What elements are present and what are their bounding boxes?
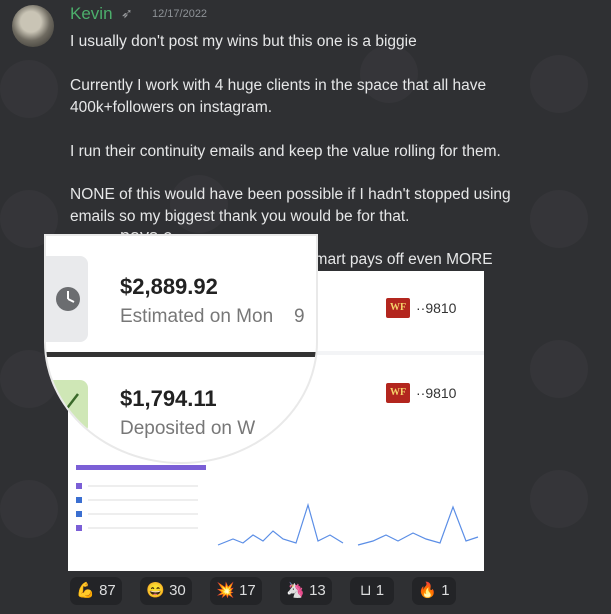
reaction-count: 30	[169, 582, 186, 599]
dashboard-graphic	[76, 465, 479, 546]
message-line: NONE of this would have been possible if…	[70, 186, 511, 203]
bank-logo: WF	[386, 298, 410, 318]
bracket-icon: ⊔	[359, 582, 372, 599]
reaction-flexed-biceps[interactable]: 💪 87	[70, 577, 122, 605]
deposited-amount: $1,794.11	[120, 386, 217, 411]
clock-icon	[46, 256, 88, 342]
deposited-label: Deposited on W	[120, 418, 256, 439]
checkmark-icon	[46, 380, 88, 434]
divider	[46, 352, 316, 357]
dashboard-preview	[68, 435, 484, 571]
grin-icon: 😄	[146, 582, 165, 599]
reaction-unicorn[interactable]: 🦄 13	[280, 577, 332, 605]
reaction-fire[interactable]: 🔥 1	[412, 577, 456, 605]
message-line: emails so my biggest thank you would be …	[70, 208, 410, 225]
message-line: 400k+followers on instagram.	[70, 99, 273, 116]
reaction-count: 1	[441, 582, 450, 599]
reaction-count: 87	[99, 582, 116, 599]
account-last4: ··9810	[416, 300, 457, 316]
account-last4: ··9810	[416, 385, 457, 401]
reaction-count: 17	[239, 582, 256, 599]
chat-message: Kevin ➶ 12/17/2022 I usually don't post …	[0, 0, 611, 614]
estimated-label: Estimated on Mon	[120, 306, 274, 327]
message-line: I usually don't post my wins but this on…	[70, 33, 417, 50]
flexed-biceps-icon: 💪	[76, 582, 95, 599]
unicorn-icon: 🦄	[286, 582, 305, 599]
fire-icon: 🔥	[418, 582, 438, 599]
message-line: I run their continuity emails and keep t…	[70, 143, 501, 160]
reaction-count: 1	[375, 582, 385, 599]
bank-logo: WF	[386, 383, 410, 403]
reaction-bracket[interactable]: ⊔ 1	[350, 577, 394, 605]
reaction-count: 13	[309, 582, 326, 599]
message-line: Currently I work with 4 huge clients in …	[70, 77, 487, 94]
estimated-label-tail: 9	[294, 306, 305, 327]
reaction-grin[interactable]: 😄 30	[140, 577, 192, 605]
timestamp: 12/17/2022	[152, 8, 208, 20]
username[interactable]: Kevin	[70, 4, 113, 24]
rocket-icon: ➶	[121, 5, 133, 21]
avatar[interactable]	[12, 5, 54, 47]
reaction-collision[interactable]: 💥 17	[210, 577, 262, 605]
estimated-amount: $2,889.92	[120, 274, 218, 299]
collision-icon: 💥	[216, 582, 235, 599]
